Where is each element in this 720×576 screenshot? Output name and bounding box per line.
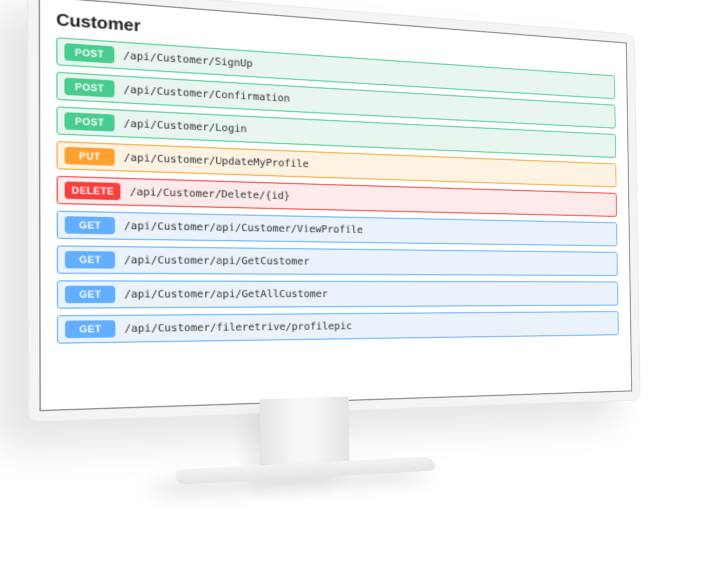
endpoint-path: /api/Customer/Delete/{id} <box>130 186 290 202</box>
endpoint-path: /api/Customer/api/GetCustomer <box>124 254 309 267</box>
method-badge: GET <box>65 286 115 303</box>
monitor-wrap: Customer POST /api/Customer/SignUp POST … <box>27 0 641 423</box>
screen: Customer POST /api/Customer/SignUp POST … <box>39 0 632 411</box>
endpoint-row[interactable]: GET /api/Customer/api/GetAllCustomer <box>57 280 619 308</box>
method-badge: POST <box>64 78 114 98</box>
endpoint-path: /api/Customer/api/Customer/ViewProfile <box>124 220 363 235</box>
method-badge: GET <box>65 216 115 234</box>
endpoint-path: /api/Customer/UpdateMyProfile <box>124 152 309 170</box>
endpoint-row[interactable]: GET /api/Customer/api/GetCustomer <box>57 245 618 276</box>
endpoint-path: /api/Customer/Confirmation <box>123 84 290 105</box>
method-badge: POST <box>64 43 114 63</box>
method-badge: GET <box>65 251 115 269</box>
endpoint-path: /api/Customer/api/GetAllCustomer <box>124 288 328 300</box>
endpoint-row[interactable]: GET /api/Customer/fileretrive/profilepic <box>57 311 619 344</box>
endpoint-row[interactable]: GET /api/Customer/api/Customer/ViewProfi… <box>57 211 618 247</box>
monitor-stand-neck <box>260 397 350 471</box>
method-badge: PUT <box>65 147 115 166</box>
method-badge: DELETE <box>65 181 121 200</box>
monitor-bezel: Customer POST /api/Customer/SignUp POST … <box>27 0 641 423</box>
monitor-scene: Customer POST /api/Customer/SignUp POST … <box>0 0 720 576</box>
method-badge: GET <box>65 320 115 338</box>
endpoint-path: /api/Customer/fileretrive/profilepic <box>124 321 352 335</box>
method-badge: POST <box>65 112 115 131</box>
endpoint-path: /api/Customer/Login <box>124 118 247 135</box>
endpoint-path: /api/Customer/SignUp <box>123 50 252 70</box>
